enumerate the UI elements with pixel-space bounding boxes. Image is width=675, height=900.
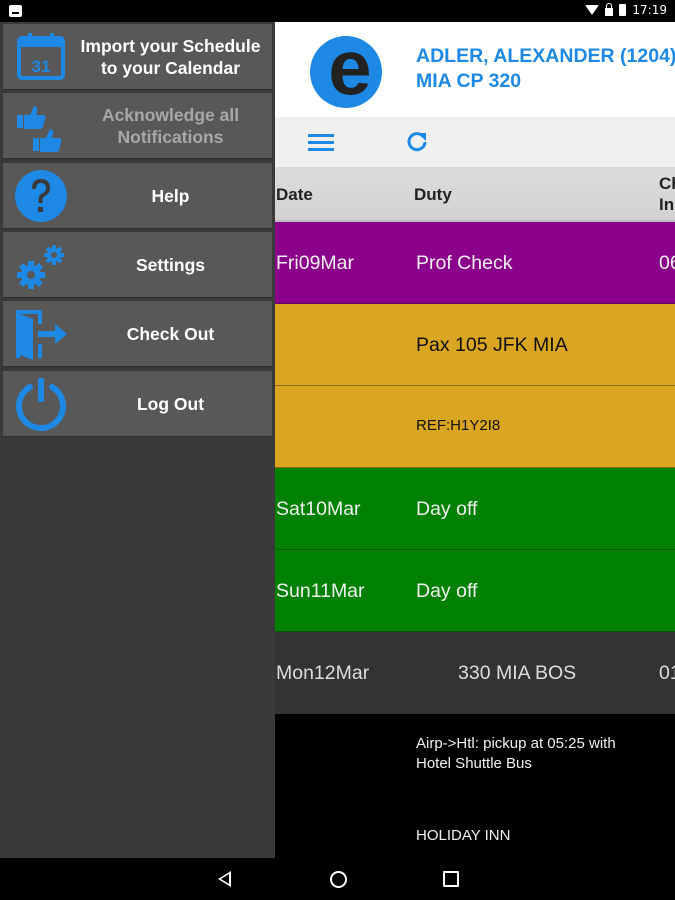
row-check-in: 06 [659,252,675,274]
back-icon[interactable] [218,871,231,887]
row-date: Mon12Mar [276,662,370,684]
column-header-date: Date [276,185,313,204]
lock-icon [605,2,614,16]
status-time: 17:19 [632,3,667,17]
svg-text:e: e [328,32,371,111]
home-icon[interactable] [330,871,347,888]
user-name: ADLER, ALEXANDER (1204) [416,45,675,67]
refresh-icon[interactable] [405,130,429,154]
row-duty: Prof Check [416,252,513,274]
menu-item-import-calendar[interactable]: 31 Import your Schedule to your Calendar [3,24,272,90]
schedule-row[interactable]: Airp->Htl: pickup at 05:25 with Hotel Sh… [275,714,675,796]
menu-icon[interactable] [308,134,334,152]
recent-apps-icon[interactable] [443,871,459,887]
navigation-drawer: 31 Import your Schedule to your Calendar… [0,22,275,858]
column-header-in: In [659,195,675,214]
app-header: e ADLER, ALEXANDER (1204) MIA CP 320 [275,22,675,117]
schedule-row[interactable]: REF:H1Y2I8 [275,386,675,468]
menu-item-label: Check Out [126,323,215,344]
wifi-icon [585,5,600,15]
column-header-ch: Ch [659,174,675,193]
row-date: Fri09Mar [276,252,355,274]
schedule-table-header: Date Duty Ch In [275,167,675,222]
app-logo: e [310,32,382,111]
row-duty: Day off [416,498,478,520]
row-duty: Day off [416,580,478,602]
row-duty: REF:H1Y2I8 [416,417,501,434]
schedule-row[interactable]: Sun11Mar Day off [275,550,675,632]
schedule-row[interactable]: Fri09Mar Prof Check 06 [275,222,675,304]
toolbar [275,117,675,167]
schedule-row[interactable]: Sat10Mar Day off [275,468,675,550]
calendar-icon: 31 [17,33,65,80]
system-nav-bar [0,858,675,900]
schedule-row[interactable]: HOLIDAY INN [275,796,675,858]
thumbs-up-icon [17,106,62,152]
notification-icon [9,5,22,17]
menu-item-label: Import your Schedule to your Calendar [80,35,261,78]
menu-item-label: Acknowledge all Notifications [101,104,240,147]
menu-item-label: Settings [135,254,206,275]
menu-item-help[interactable]: Help [3,163,272,229]
row-duty: Airp->Htl: pickup at 05:25 with Hotel Sh… [416,735,616,772]
row-duty: 330 MIA BOS [458,662,577,684]
menu-item-label: Help [151,185,190,206]
menu-item-settings[interactable]: Settings [3,232,272,298]
schedule-row[interactable]: Pax 105 JFK MIA [275,304,675,386]
user-position: MIA CP 320 [416,70,522,92]
row-date: Sun11Mar [276,580,365,602]
menu-item-acknowledge-notifications[interactable]: Acknowledge all Notifications [3,93,272,159]
column-header-duty: Duty [414,185,452,204]
menu-item-log-out[interactable]: Log Out [3,371,272,437]
menu-item-label: Log Out [136,393,205,414]
gears-icon [17,245,64,289]
menu-item-check-out[interactable]: Check Out [3,301,272,367]
svg-text:31: 31 [32,57,51,76]
row-duty: HOLIDAY INN [416,827,511,844]
row-duty: Pax 105 JFK MIA [416,334,568,356]
help-icon [15,170,67,222]
main-content: e ADLER, ALEXANDER (1204) MIA CP 320 Dat… [275,22,675,858]
row-check-in: 01 [659,662,675,684]
status-icons: 17:19 [585,2,667,17]
power-icon [16,378,66,432]
exit-door-icon [16,310,67,360]
status-bar: 17:19 [0,0,675,22]
row-date: Sat10Mar [276,498,361,520]
battery-icon [619,4,627,16]
schedule-row[interactable]: Mon12Mar 330 MIA BOS 01 [275,632,675,714]
